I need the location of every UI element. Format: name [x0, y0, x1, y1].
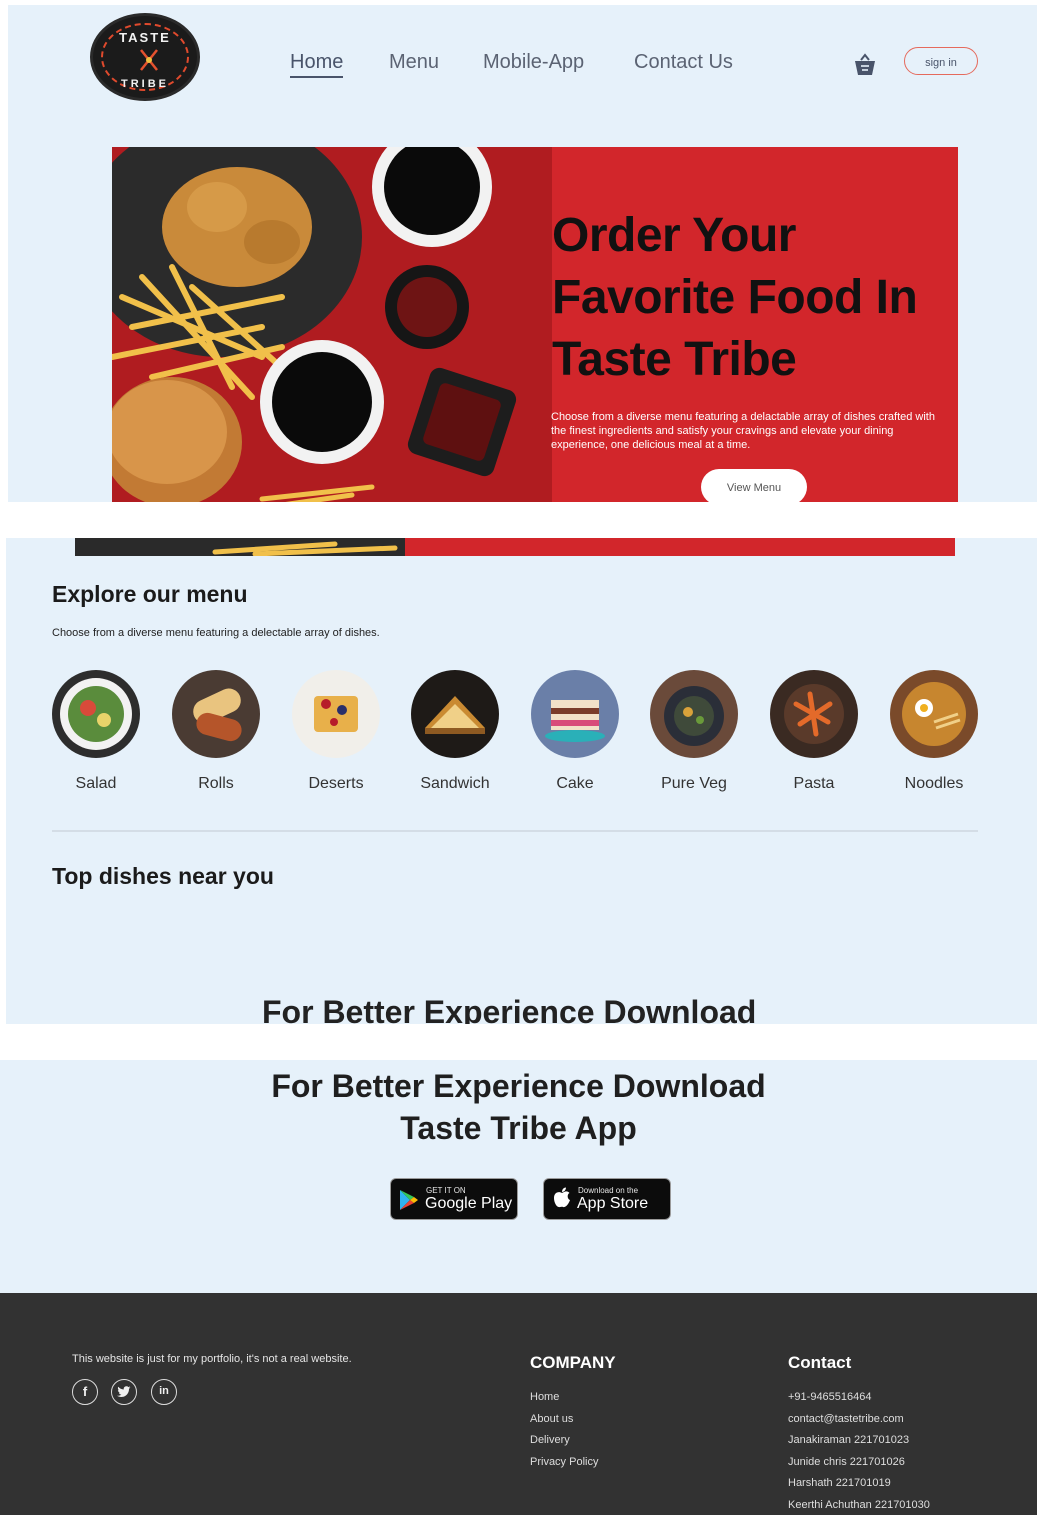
contact-person: Janakiraman 221701023	[788, 1434, 910, 1447]
app-store-big-text: App Store	[577, 1195, 649, 1212]
logo-text-bottom: TRIBE	[121, 78, 169, 90]
logo[interactable]: TASTE TRIBE	[90, 13, 200, 101]
nav-home[interactable]: Home	[290, 51, 344, 78]
hero-description: Choose from a diverse menu featuring a d…	[551, 411, 935, 451]
nav-contact-us[interactable]: Contact Us	[634, 51, 733, 74]
google-play-icon	[400, 1190, 418, 1210]
contact-email: contact@tastetribe.com	[788, 1412, 904, 1425]
menu-item-pasta[interactable]: Pasta	[764, 670, 864, 793]
footer-link-about-us[interactable]: About us	[530, 1409, 598, 1431]
menu-item-label: Pure Veg	[661, 775, 727, 792]
google-play-small-text: GET IT ON	[426, 1186, 466, 1195]
section-divider	[52, 830, 978, 832]
menu-item-rolls[interactable]: Rolls	[166, 670, 266, 793]
pure-veg-image	[650, 670, 738, 758]
top-dishes-title: Top dishes near you	[52, 863, 274, 889]
header-panel: TASTE TRIBE Home Menu Mobile-App Contact…	[8, 5, 1037, 502]
footer-link-privacy-policy[interactable]: Privacy Policy	[530, 1452, 598, 1474]
fork-knife-icon	[140, 49, 158, 71]
explore-menu-title: Explore our menu	[52, 581, 248, 607]
app-download-heading: For Better Experience Download Taste Tri…	[0, 1065, 1037, 1149]
menu-item-label: Sandwich	[420, 775, 490, 792]
menu-item-deserts[interactable]: Deserts	[286, 670, 386, 793]
logo-text-top: TASTE	[119, 30, 171, 45]
sandwich-image	[411, 670, 499, 758]
apple-icon	[554, 1187, 570, 1208]
hero-banner: Order Your Favorite Food In Taste Tribe …	[112, 147, 958, 502]
app-heading-line1: For Better Experience Download	[271, 1068, 766, 1104]
deserts-image	[292, 670, 380, 758]
app-store-small-text: Download on the	[578, 1186, 639, 1195]
nav-mobile-app[interactable]: Mobile-App	[483, 51, 584, 74]
cake-image	[531, 670, 619, 758]
menu-item-label: Noodles	[904, 775, 964, 792]
linkedin-icon[interactable]: in	[151, 1379, 177, 1405]
google-play-big-text: Google Play	[425, 1195, 513, 1212]
menu-item-cake[interactable]: Cake	[525, 670, 625, 793]
menu-item-label: Rolls	[198, 775, 234, 792]
menu-panel: Explore our menu Choose from a diverse m…	[6, 538, 1037, 1024]
menu-item-label: Deserts	[308, 775, 364, 792]
app-heading-cut: For Better Experience Download	[262, 994, 757, 1024]
menu-item-salad[interactable]: Salad	[46, 670, 146, 793]
hero-food-image-strip	[75, 538, 405, 556]
menu-item-label: Pasta	[793, 775, 835, 792]
twitter-bird-glyph	[117, 1386, 131, 1397]
salad-image	[52, 670, 140, 758]
footer-link-delivery[interactable]: Delivery	[530, 1430, 598, 1452]
contact-person: Harshath 221701019	[788, 1477, 891, 1490]
contact-person: Junide chris 221701026	[788, 1455, 905, 1468]
footer: This website is just for my portfolio, i…	[0, 1293, 1037, 1515]
rolls-image	[172, 670, 260, 758]
hero-headline: Order Your Favorite Food In Taste Tribe	[552, 209, 918, 386]
sign-in-button[interactable]: sign in	[904, 47, 978, 75]
app-store-button[interactable]: Download on the App Store	[543, 1178, 671, 1220]
hero-banner-bottom	[75, 538, 955, 556]
google-play-button[interactable]: GET IT ON Google Play	[390, 1178, 518, 1220]
menu-item-label: Salad	[75, 775, 117, 792]
menu-item-pure-veg[interactable]: Pure Veg	[644, 670, 744, 793]
contact-list: +91-9465516464 contact@tastetribe.com Ja…	[788, 1387, 930, 1517]
company-title: COMPANY	[530, 1353, 616, 1372]
contact-title: Contact	[788, 1353, 852, 1372]
menu-item-label: Cake	[556, 775, 594, 792]
pasta-image	[770, 670, 858, 758]
explore-menu-subtitle: Choose from a diverse menu featuring a d…	[52, 627, 380, 639]
app-heading-line2: Taste Tribe App	[400, 1110, 637, 1146]
contact-person: Keerthi Achuthan 221701030	[788, 1498, 930, 1511]
footer-link-home[interactable]: Home	[530, 1387, 598, 1409]
menu-item-noodles[interactable]: Noodles	[884, 670, 984, 793]
hero-food-image	[112, 147, 552, 502]
menu-item-sandwich[interactable]: Sandwich	[405, 670, 505, 793]
basket-icon[interactable]	[852, 52, 878, 78]
company-links: Home About us Delivery Privacy Policy	[530, 1387, 598, 1473]
facebook-icon[interactable]: f	[72, 1379, 98, 1405]
noodles-image	[890, 670, 978, 758]
app-download-panel: For Better Experience Download Taste Tri…	[0, 1060, 1037, 1293]
footer-note: This website is just for my portfolio, i…	[72, 1353, 352, 1365]
nav-menu[interactable]: Menu	[389, 51, 439, 74]
contact-phone: +91-9465516464	[788, 1391, 872, 1403]
twitter-icon[interactable]	[111, 1379, 137, 1405]
view-menu-button[interactable]: View Menu	[701, 469, 807, 502]
